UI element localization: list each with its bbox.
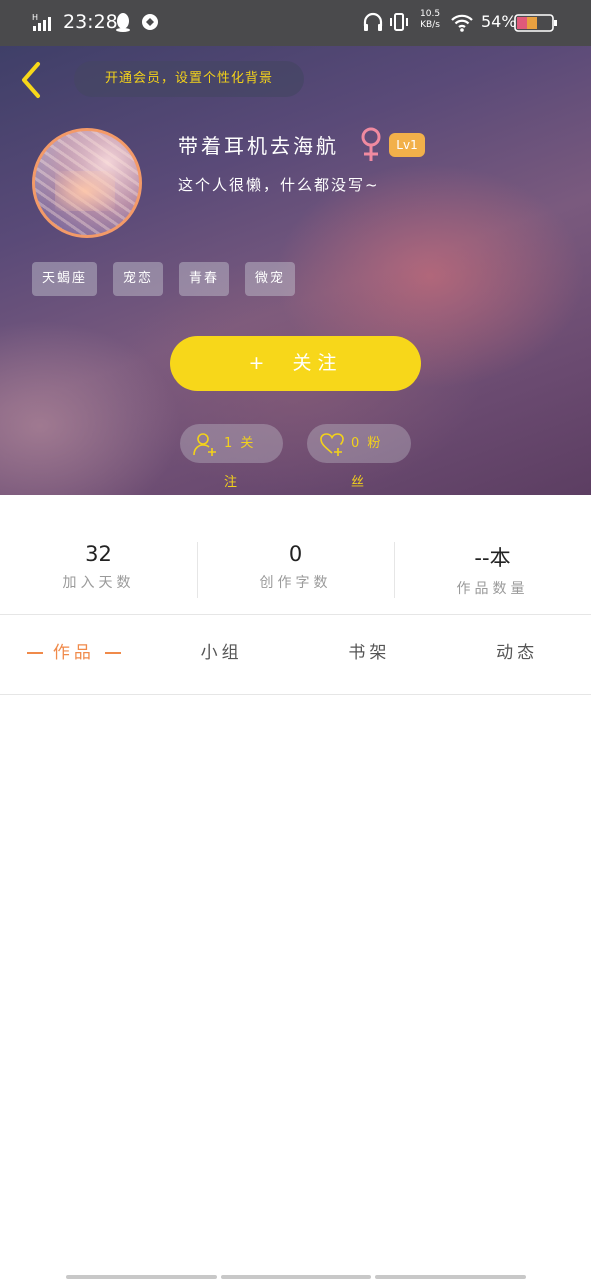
gesture-segment[interactable]: [220, 1275, 372, 1279]
tab-bar: 作品 小组 书架 动态: [0, 615, 591, 694]
tab-label: 作品: [52, 643, 95, 663]
tab-label: 动态: [496, 643, 539, 663]
active-indicator: [104, 652, 121, 654]
tag-list: 天蝎座 宠恋 青春 微宠: [32, 262, 296, 296]
vibrate-icon: [390, 13, 408, 31]
signal-icon: H: [32, 13, 51, 31]
following-text: 1 关注: [224, 436, 256, 490]
stat-label: 作品数量: [456, 581, 529, 597]
clock: 23:28: [63, 11, 118, 33]
tab-bookshelf[interactable]: 书架: [296, 615, 444, 694]
tab-label: 书架: [348, 643, 391, 663]
active-indicator: [26, 652, 43, 654]
stat-label: 创作字数: [259, 575, 332, 591]
gesture-bar[interactable]: [66, 1275, 527, 1279]
gesture-segment[interactable]: [375, 1275, 527, 1279]
stat-word-count: 0 创作字数: [197, 526, 394, 614]
stats-row: 32 加入天数 0 创作字数 --本 作品数量: [0, 526, 591, 614]
level-badge: Lv1: [389, 133, 425, 157]
tag: 青春: [179, 262, 230, 296]
follow-button-label: 关注: [292, 352, 343, 374]
fans-text: 0 粉丝: [351, 436, 383, 490]
wifi-icon: [451, 14, 473, 32]
avatar[interactable]: [32, 128, 142, 238]
back-icon[interactable]: [16, 60, 46, 100]
stat-value: 0: [288, 542, 303, 566]
heart-plus-icon: [320, 433, 344, 456]
battery-icon: [514, 14, 557, 32]
network-speed: 10.5 KB/s: [420, 9, 440, 31]
tag: 宠恋: [113, 262, 164, 296]
bio: 这个人很懒，什么都没写~: [178, 176, 380, 194]
follow-button[interactable]: + 关注: [170, 336, 421, 391]
stat-value: --本: [474, 546, 511, 570]
tab-activity[interactable]: 动态: [443, 615, 591, 694]
stat-join-days: 32 加入天数: [0, 526, 197, 614]
username: 带着耳机去海航: [178, 134, 339, 158]
stat-works-count: --本 作品数量: [394, 526, 591, 614]
network-speed-unit: KB/s: [420, 20, 440, 30]
svg-text:H: H: [32, 13, 38, 22]
stat-value: 32: [85, 542, 112, 566]
profile-header: 开通会员，设置个性化背景 带着耳机去海航 Lv1 这个人很懒，什么都没写~ 天蝎…: [0, 46, 591, 495]
sync-icon: [142, 14, 158, 30]
divider: [0, 694, 591, 695]
tag: 天蝎座: [32, 262, 98, 296]
tab-label: 小组: [200, 643, 243, 663]
following-count-button[interactable]: 1 关注: [180, 424, 283, 490]
tab-groups[interactable]: 小组: [148, 615, 296, 694]
qq-icon: [116, 13, 130, 32]
headphones-icon: [363, 12, 383, 31]
vip-background-prompt[interactable]: 开通会员，设置个性化背景: [74, 61, 304, 97]
tag: 微宠: [245, 262, 296, 296]
battery-percent: 54%: [481, 12, 517, 31]
network-speed-value: 10.5: [420, 9, 441, 19]
status-bar: H 23:28 10.5 KB/s 54%: [0, 0, 591, 46]
fans-count-button[interactable]: 0 粉丝: [307, 424, 411, 490]
female-icon: [361, 127, 381, 161]
tab-works[interactable]: 作品: [0, 615, 148, 694]
gesture-segment[interactable]: [66, 1275, 217, 1279]
stat-label: 加入天数: [62, 575, 135, 591]
person-plus-icon: [193, 433, 216, 456]
plus-icon: +: [248, 352, 271, 374]
